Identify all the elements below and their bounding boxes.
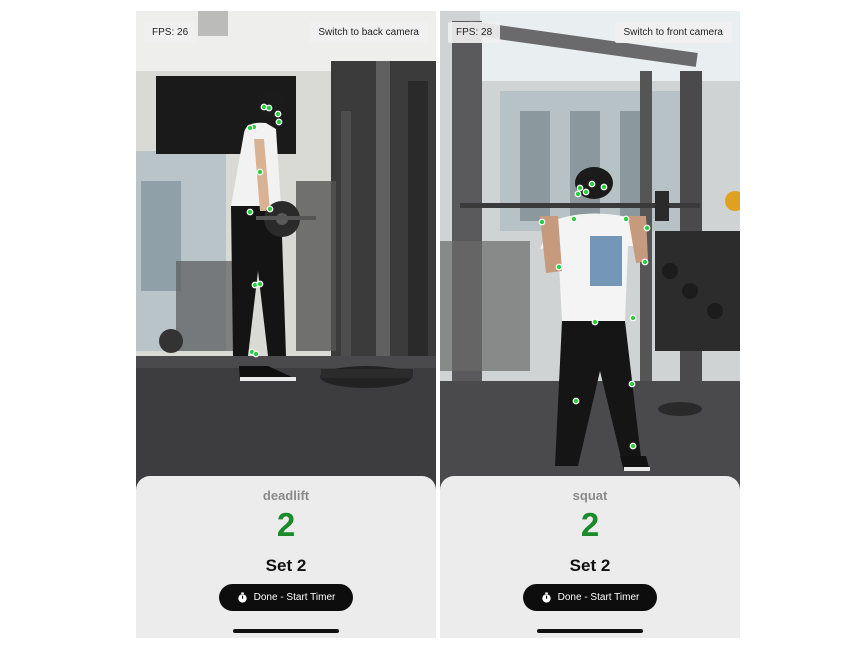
keypoint [574,190,582,198]
timer-icon [237,592,247,603]
rep-counter: 2 [276,506,296,543]
keypoint [252,350,260,358]
keypoint [600,183,608,191]
keypoint [274,110,282,118]
keypoint [629,314,637,322]
keypoint [628,380,636,388]
set-label: Set 2 [265,556,307,575]
switch-camera-button[interactable]: Switch to front camera [614,22,732,43]
fps-counter: FPS: 28 [448,22,501,43]
keypoint [538,218,546,226]
set-label: Set 2 [569,556,611,575]
keypoint [576,184,584,192]
phone-screen-deadlift: FPS: 26 Switch to back camera deadlift 2… [136,11,436,638]
keypoint [643,224,651,232]
keypoint [275,118,283,126]
exercise-name: squat [572,488,608,503]
pose-keypoints-overlay [538,180,651,450]
done-start-timer-button[interactable]: Done - Start Timer [523,584,657,611]
switch-camera-button[interactable]: Switch to back camera [309,22,428,43]
keypoint [246,208,254,216]
camera-feed [440,11,740,491]
camera-feed [136,11,436,491]
keypoint [588,180,596,188]
exercise-panel: squat 2 Set 2 Done - Start Timer [440,476,740,638]
done-button-label: Done - Start Timer [557,592,640,603]
keypoint [591,318,599,326]
keypoint [570,215,578,223]
keypoint [256,280,264,288]
keypoint [555,263,563,271]
home-indicator[interactable] [537,629,643,633]
keypoint [641,258,649,266]
keypoint [265,104,273,112]
done-start-timer-button[interactable]: Done - Start Timer [219,584,353,611]
done-button-label: Done - Start Timer [253,592,336,603]
keypoint [246,124,254,132]
keypoint [629,442,637,450]
keypoint [582,188,590,196]
keypoint [256,168,264,176]
exercise-name: deadlift [262,488,310,503]
timer-icon [541,592,551,603]
rep-counter: 2 [580,506,600,543]
pose-keypoints-overlay [246,103,283,358]
phone-screen-squat: FPS: 28 Switch to front camera squat 2 S… [440,11,740,638]
keypoint [572,397,580,405]
keypoint [622,215,630,223]
fps-counter: FPS: 26 [144,22,197,43]
home-indicator[interactable] [233,629,339,633]
keypoint [266,205,274,213]
exercise-panel: deadlift 2 Set 2 Done - Start Timer [136,476,436,638]
